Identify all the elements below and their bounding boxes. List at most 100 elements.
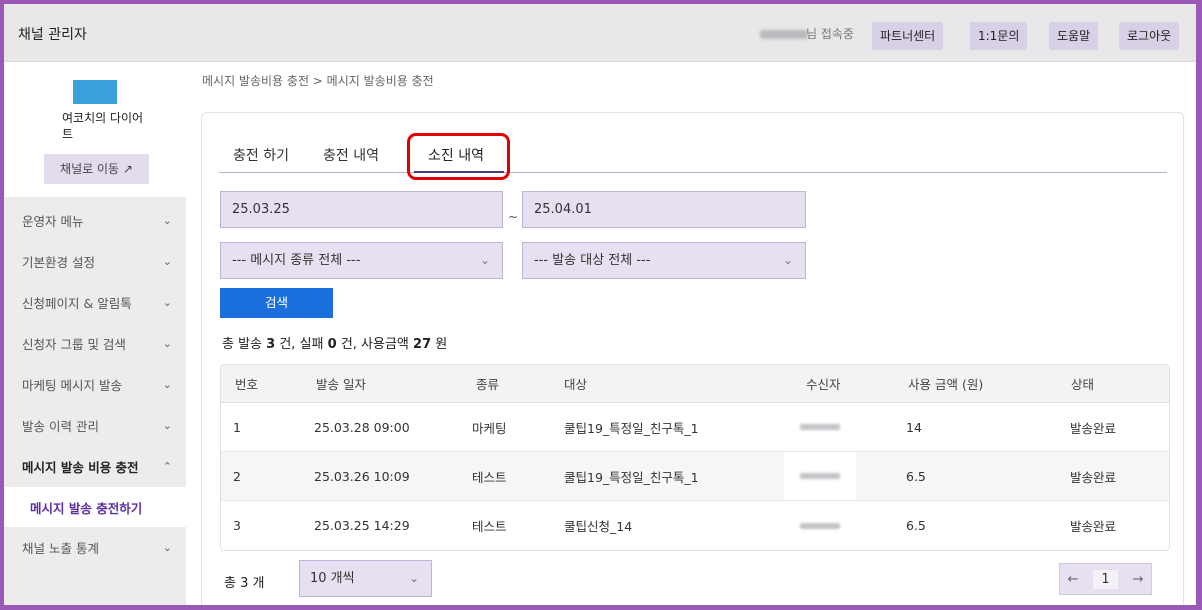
- column-header: 대상: [564, 377, 588, 392]
- column-header: 종류: [476, 377, 500, 392]
- page-number-button[interactable]: 1: [1093, 569, 1118, 589]
- sidebar-item-label: 메시지 발송 비용 충전: [22, 460, 139, 475]
- row-status: 발송완료: [1070, 519, 1117, 534]
- row-target: 쿨팁신청_14: [564, 519, 633, 534]
- row-target: 쿨팁19_특정일_친구톡_1: [564, 420, 699, 436]
- channel-name: 여코치의 다이어트: [62, 111, 144, 141]
- summary-sent-count: 3: [266, 337, 276, 352]
- channel-card: 여코치의 다이어트 채널로 이동 ↗: [4, 62, 186, 197]
- partner-center-button[interactable]: 파트너센터: [872, 22, 944, 50]
- prev-page-icon[interactable]: ←: [1067, 572, 1078, 587]
- chevron-down-icon: ⌄: [162, 296, 172, 309]
- usage-table: 번호 발송 일자 종류 대상 수신자 사용 금액 (원) 상태 1 25.03.…: [220, 364, 1170, 551]
- app-window: 채널 관리자 님 접속중 파트너센터 1:1문의 도움말 로그아웃 여코치의 다…: [4, 4, 1196, 605]
- highlight-box: [407, 133, 510, 180]
- recipient-redacted: [800, 424, 840, 430]
- date-from-input[interactable]: 25.03.25: [220, 191, 503, 228]
- table-header: 번호 발송 일자 종류 대상 수신자 사용 금액 (원) 상태: [221, 365, 1169, 403]
- summary-failed-unit: 건, 사용금액: [340, 337, 409, 352]
- column-header: 상태: [1071, 377, 1095, 392]
- date-range-separator: ~: [508, 210, 519, 224]
- breadcrumb: 메시지 발송비용 충전 > 메시지 발송비용 충전: [202, 74, 434, 88]
- sidebar-item-applicant-groups[interactable]: 신청자 그룹 및 검색 ⌄: [4, 323, 186, 364]
- sidebar-item-label: 신청자 그룹 및 검색: [22, 337, 126, 352]
- channel-thumbnail: [73, 80, 117, 104]
- column-header: 사용 금액 (원): [908, 377, 984, 392]
- page-size-select[interactable]: 10 개씩 ⌄: [299, 560, 432, 597]
- sidebar-subitem-charge[interactable]: 메시지 발송 충전하기: [4, 487, 186, 527]
- tab-charge-history[interactable]: 충전 내역: [323, 145, 379, 165]
- sidebar-item-label: 기본환경 설정: [22, 255, 95, 270]
- help-button[interactable]: 도움말: [1049, 22, 1099, 50]
- column-header: 번호: [235, 377, 259, 392]
- recipient-redacted: [800, 473, 840, 479]
- row-date: 25.03.28 09:00: [314, 419, 410, 435]
- row-type: 테스트: [472, 469, 507, 485]
- user-status: 님 접속중: [806, 27, 854, 41]
- logout-button[interactable]: 로그아웃: [1119, 22, 1180, 50]
- usage-summary: 총 발송 3 건, 실패 0 건, 사용금액 27 원: [222, 333, 447, 352]
- row-target: 쿨팁19_특정일_친구톡_1: [564, 469, 699, 485]
- chevron-down-icon: ⌄: [162, 214, 172, 227]
- search-button[interactable]: 검색: [220, 288, 333, 318]
- recipient-redacted: [800, 522, 840, 529]
- target-select[interactable]: --- 발송 대상 전체 --- ⌄: [522, 242, 806, 279]
- sidebar-item-settings[interactable]: 기본환경 설정 ⌄: [4, 241, 186, 282]
- column-header: 수신자: [806, 377, 841, 392]
- sidebar-item-cost-charge[interactable]: 메시지 발송 비용 충전 ⌃: [4, 446, 186, 487]
- sidebar-item-marketing-send[interactable]: 마케팅 메시지 발송 ⌄: [4, 364, 186, 405]
- next-page-icon[interactable]: →: [1133, 572, 1144, 587]
- top-bar: 채널 관리자 님 접속중 파트너센터 1:1문의 도움말 로그아웃: [4, 4, 1196, 62]
- row-date: 25.03.25 14:29: [314, 518, 410, 533]
- summary-sent-unit: 건, 실패: [279, 337, 324, 352]
- message-type-select[interactable]: --- 메시지 종류 전체 --- ⌄: [220, 242, 503, 279]
- message-type-value: --- 메시지 종류 전체 ---: [232, 253, 361, 268]
- sidebar-item-label: 메시지 발송 충전하기: [30, 500, 143, 516]
- sidebar-item-label: 마케팅 메시지 발송: [22, 378, 122, 393]
- chevron-up-icon: ⌃: [162, 460, 172, 473]
- sidebar-item-label: 운영자 메뉴: [22, 214, 84, 229]
- row-amount: 14: [906, 419, 922, 435]
- sidebar-menu: 운영자 메뉴 ⌄ 기본환경 설정 ⌄ 신청페이지 & 알림톡 ⌄ 신청자 그룹 …: [4, 200, 186, 568]
- main-card: 충전 하기 충전 내역 소진 내역 25.03.25 ~ 25.04.01 --…: [201, 112, 1184, 605]
- sidebar-item-signup-page[interactable]: 신청페이지 & 알림톡 ⌄: [4, 282, 186, 323]
- row-recipient: [784, 501, 856, 550]
- chevron-down-icon: ⌄: [162, 255, 172, 268]
- sidebar-item-channel-stats[interactable]: 채널 노출 통계 ⌄: [4, 527, 186, 568]
- row-number: 2: [233, 468, 241, 484]
- row-type: 마케팅: [472, 420, 507, 436]
- user-name-redacted: [760, 30, 808, 39]
- row-amount: 6.5: [906, 518, 926, 533]
- page-size-value: 10 개씩: [310, 571, 355, 586]
- row-date: 25.03.26 10:09: [314, 468, 410, 484]
- summary-amount: 27: [413, 337, 432, 352]
- row-number: 1: [233, 419, 241, 435]
- chevron-down-icon: ⌄: [408, 571, 419, 585]
- pagination: ← 1 →: [1059, 563, 1152, 595]
- sidebar-item-send-history[interactable]: 발송 이력 관리 ⌄: [4, 405, 186, 446]
- row-recipient: [784, 452, 856, 500]
- chevron-down-icon: ⌄: [782, 253, 793, 267]
- app-title: 채널 관리자: [18, 27, 87, 43]
- sidebar-item-label: 신청페이지 & 알림톡: [22, 296, 132, 311]
- sidebar-item-operator[interactable]: 운영자 메뉴 ⌄: [4, 200, 186, 241]
- inquiry-button[interactable]: 1:1문의: [970, 22, 1028, 50]
- row-recipient: [784, 403, 856, 451]
- go-to-channel-button[interactable]: 채널로 이동 ↗: [44, 154, 149, 184]
- sidebar-item-label: 채널 노출 통계: [22, 541, 99, 556]
- table-row: 1 25.03.28 09:00 마케팅 쿨팁19_특정일_친구톡_1 14 발…: [221, 403, 1169, 452]
- sidebar: 여코치의 다이어트 채널로 이동 ↗ 운영자 메뉴 ⌄ 기본환경 설정 ⌄ 신청…: [4, 62, 186, 605]
- row-number: 3: [233, 518, 241, 533]
- row-amount: 6.5: [906, 468, 926, 484]
- tab-bar: 충전 하기 충전 내역 소진 내역: [219, 133, 1167, 180]
- target-value: --- 발송 대상 전체 ---: [534, 253, 651, 268]
- chevron-down-icon: ⌄: [479, 253, 490, 267]
- sidebar-item-label: 발송 이력 관리: [22, 419, 99, 434]
- table-row: 3 25.03.25 14:29 테스트 쿨팁신청_14 6.5 발송완료: [221, 501, 1169, 550]
- summary-failed-count: 0: [327, 337, 337, 352]
- table-row: 2 25.03.26 10:09 테스트 쿨팁19_특정일_친구톡_1 6.5 …: [221, 452, 1169, 501]
- chevron-down-icon: ⌄: [162, 419, 172, 432]
- tab-charge[interactable]: 충전 하기: [233, 145, 289, 165]
- date-to-input[interactable]: 25.04.01: [522, 191, 806, 228]
- summary-prefix: 총 발송: [222, 337, 263, 352]
